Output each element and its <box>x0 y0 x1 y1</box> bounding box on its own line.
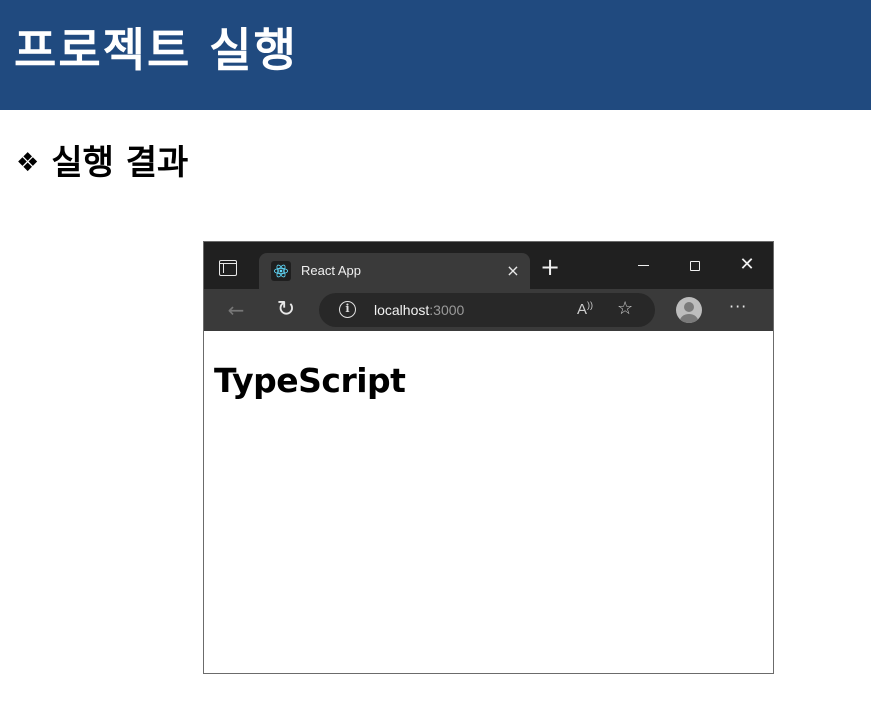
browser-window: React App × + ✕ ← ↻ i localhost:3000 A))… <box>203 241 774 674</box>
browser-toolbar: ← ↻ i localhost:3000 A)) ☆ ··· <box>204 289 773 331</box>
tab-react-app[interactable]: React App × <box>259 253 530 289</box>
tab-close-icon[interactable]: × <box>504 262 522 280</box>
read-aloud-letter: A <box>577 301 588 318</box>
read-aloud-icon[interactable]: A)) <box>577 300 593 318</box>
address-bar[interactable]: i localhost:3000 A)) ☆ <box>319 293 655 327</box>
minimize-button[interactable] <box>628 254 658 276</box>
section-heading-text: 실행 결과 <box>51 143 189 183</box>
slide-header: 프로젝트 실행 <box>0 0 871 110</box>
page-viewport: TypeScript <box>204 331 773 673</box>
info-icon[interactable]: i <box>339 301 356 318</box>
tab-actions-icon[interactable] <box>219 260 237 276</box>
profile-icon[interactable] <box>676 297 702 323</box>
section-heading: ❖ 실행 결과 <box>16 140 188 186</box>
react-logo-icon <box>271 261 291 281</box>
react-logo-svg <box>273 264 289 278</box>
maximize-button[interactable] <box>680 254 710 276</box>
url-port: :3000 <box>429 302 465 318</box>
new-tab-plus-icon[interactable]: + <box>539 255 561 279</box>
slide-title: 프로젝트 실행 <box>14 23 298 77</box>
refresh-icon[interactable]: ↻ <box>274 298 298 322</box>
back-arrow-icon[interactable]: ← <box>224 298 248 322</box>
page-heading: TypeScript <box>214 361 406 400</box>
minimize-icon <box>637 264 649 267</box>
tab-bar: React App × + ✕ <box>204 242 773 289</box>
more-icon[interactable]: ··· <box>729 297 747 316</box>
maximize-icon <box>690 260 700 271</box>
window-close-button[interactable]: ✕ <box>732 254 762 276</box>
favorites-icon[interactable]: ☆ <box>617 298 633 319</box>
url-host: localhost <box>374 302 430 318</box>
diamond-bullet-icon: ❖ <box>16 148 40 178</box>
tab-title: React App <box>301 263 361 278</box>
url-text[interactable]: localhost:3000 <box>374 301 464 319</box>
